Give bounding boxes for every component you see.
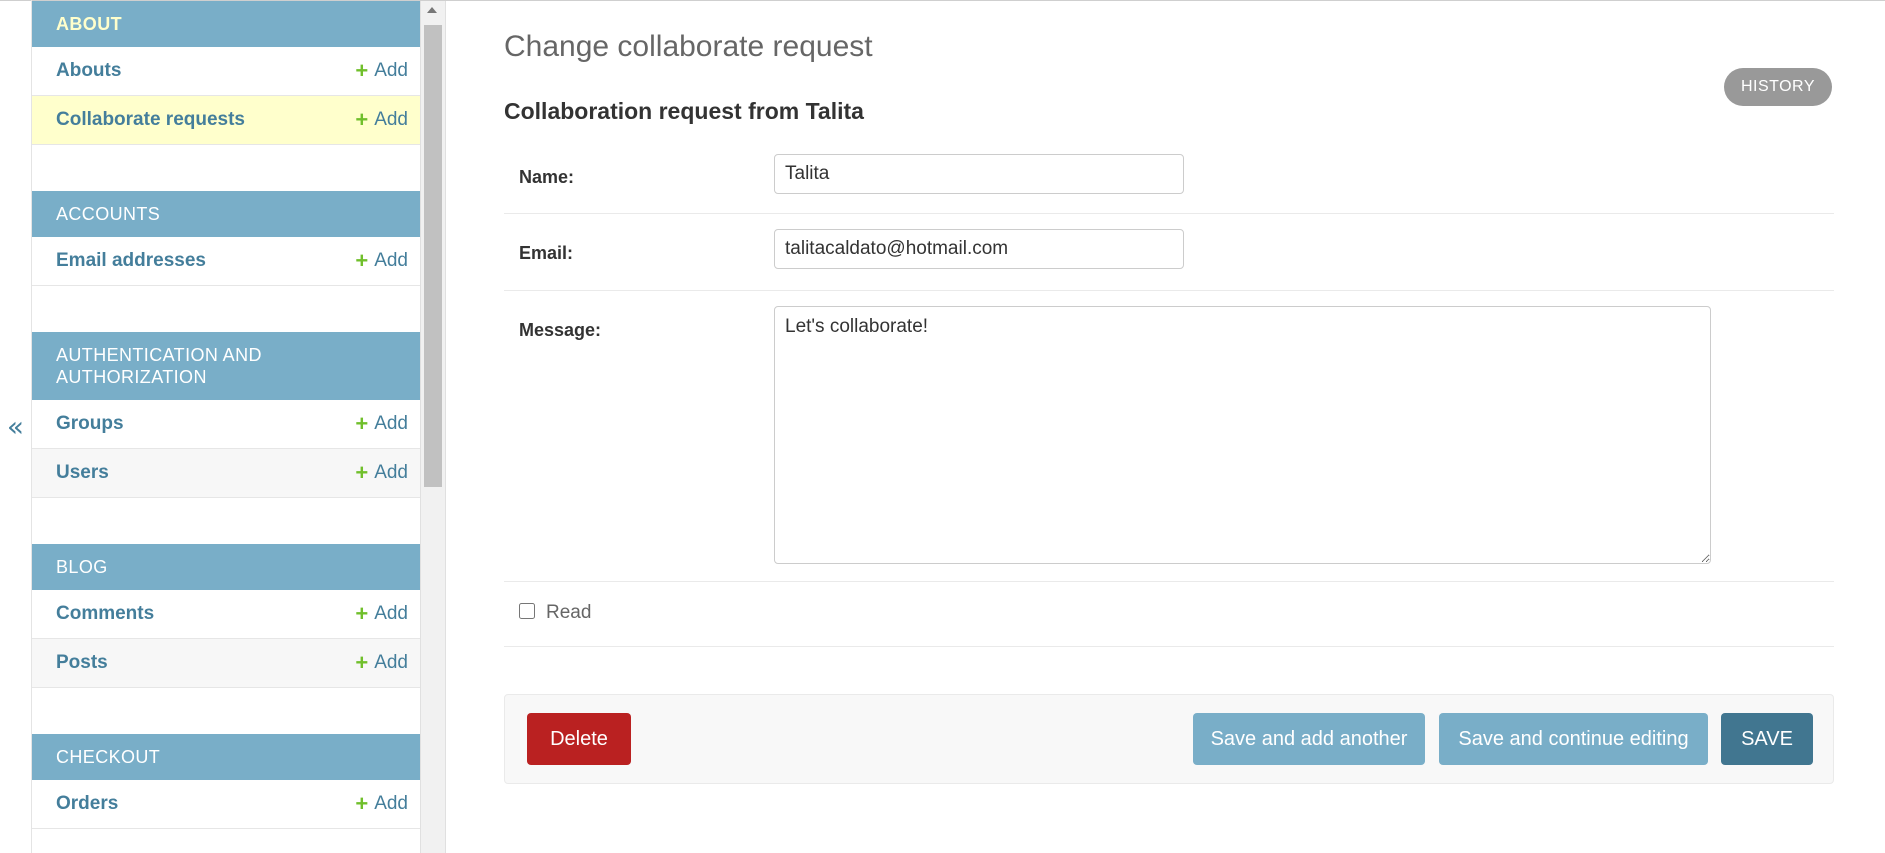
add-label: Add xyxy=(374,413,408,434)
message-textarea[interactable]: Let's collaborate! xyxy=(774,306,1711,564)
message-label: Message: xyxy=(519,320,602,340)
model-row-users: Users + Add xyxy=(32,449,420,498)
save-button[interactable]: Save xyxy=(1721,713,1813,765)
read-checkbox[interactable] xyxy=(519,603,535,619)
add-label: Add xyxy=(374,250,408,271)
email-input[interactable] xyxy=(774,229,1184,269)
double-chevron-left-icon: « xyxy=(6,410,25,443)
model-link-comments[interactable]: Comments xyxy=(56,603,154,625)
name-label: Name: xyxy=(519,167,575,187)
plus-icon: + xyxy=(355,460,369,485)
form-row-name: Name: xyxy=(504,142,1834,214)
app-module-about: About Abouts + Add Collaborate requests +… xyxy=(32,1,420,145)
model-link-users[interactable]: Users xyxy=(56,462,109,484)
add-label: Add xyxy=(374,109,408,130)
app-module-auth: Authentication and Authorization Groups … xyxy=(32,332,420,498)
model-link-collaborate-requests[interactable]: Collaborate requests xyxy=(56,109,245,131)
model-link-abouts[interactable]: Abouts xyxy=(56,60,121,82)
save-and-continue-button[interactable]: Save and continue editing xyxy=(1439,713,1708,765)
plus-icon: + xyxy=(355,411,369,436)
form-row-email: Email: xyxy=(504,214,1834,291)
model-row-collaborate-requests: Collaborate requests + Add xyxy=(32,96,420,145)
model-row-orders: Orders + Add xyxy=(32,780,420,829)
app-header-accounts[interactable]: Accounts xyxy=(32,191,420,237)
add-label: Add xyxy=(374,60,408,81)
app-module-blog: Blog Comments + Add Posts + Add xyxy=(32,544,420,688)
model-row-email-addresses: Email addresses + Add xyxy=(32,237,420,286)
form-row-message: Message: Let's collaborate! xyxy=(504,291,1834,582)
sidebar-scrollbar[interactable] xyxy=(420,1,446,853)
email-label: Email: xyxy=(519,243,574,263)
add-link-posts[interactable]: + Add xyxy=(355,652,408,674)
model-link-orders[interactable]: Orders xyxy=(56,793,118,815)
app-header-checkout[interactable]: Checkout xyxy=(32,734,420,780)
add-label: Add xyxy=(374,462,408,483)
history-button[interactable]: History xyxy=(1723,68,1832,106)
delete-button[interactable]: Delete xyxy=(527,713,631,765)
model-row-comments: Comments + Add xyxy=(32,590,420,639)
submit-row: Delete Save and add another Save and con… xyxy=(504,694,1834,784)
plus-icon: + xyxy=(355,107,369,132)
model-row-posts: Posts + Add xyxy=(32,639,420,688)
add-link-collaborate-requests[interactable]: + Add xyxy=(355,109,408,131)
add-label: Add xyxy=(374,652,408,673)
plus-icon: + xyxy=(355,248,369,273)
add-link-orders[interactable]: + Add xyxy=(355,793,408,815)
app-module-checkout: Checkout Orders + Add xyxy=(32,734,420,829)
model-row-groups: Groups + Add xyxy=(32,400,420,449)
plus-icon: + xyxy=(355,58,369,83)
add-link-users[interactable]: + Add xyxy=(355,462,408,484)
save-and-add-another-button[interactable]: Save and add another xyxy=(1193,713,1425,765)
add-link-groups[interactable]: + Add xyxy=(355,413,408,435)
scroll-up-arrow-icon[interactable] xyxy=(427,7,437,13)
plus-icon: + xyxy=(355,650,369,675)
page-title: Change collaborate request xyxy=(504,30,873,63)
model-link-posts[interactable]: Posts xyxy=(56,652,108,674)
toggle-nav-sidebar-button[interactable]: « xyxy=(0,0,32,853)
nav-sidebar: About Abouts + Add Collaborate requests +… xyxy=(32,1,420,853)
scrollbar-thumb[interactable] xyxy=(424,25,442,487)
object-title: Collaboration request from Talita xyxy=(504,98,864,124)
app-header-auth[interactable]: Authentication and Authorization xyxy=(32,332,420,400)
plus-icon: + xyxy=(355,791,369,816)
plus-icon: + xyxy=(355,601,369,626)
app-header-about[interactable]: About xyxy=(32,1,420,47)
add-link-abouts[interactable]: + Add xyxy=(355,60,408,82)
app-header-blog[interactable]: Blog xyxy=(32,544,420,590)
add-link-email-addresses[interactable]: + Add xyxy=(355,250,408,272)
model-link-email-addresses[interactable]: Email addresses xyxy=(56,250,206,272)
model-row-abouts: Abouts + Add xyxy=(32,47,420,96)
add-label: Add xyxy=(374,793,408,814)
name-input[interactable] xyxy=(774,154,1184,194)
model-link-groups[interactable]: Groups xyxy=(56,413,124,435)
add-label: Add xyxy=(374,603,408,624)
form-row-read: Read xyxy=(504,582,1834,647)
app-module-accounts: Accounts Email addresses + Add xyxy=(32,191,420,286)
main-content: Change collaborate request History Colla… xyxy=(504,0,1834,853)
add-link-comments[interactable]: + Add xyxy=(355,603,408,625)
read-label[interactable]: Read xyxy=(546,602,591,624)
